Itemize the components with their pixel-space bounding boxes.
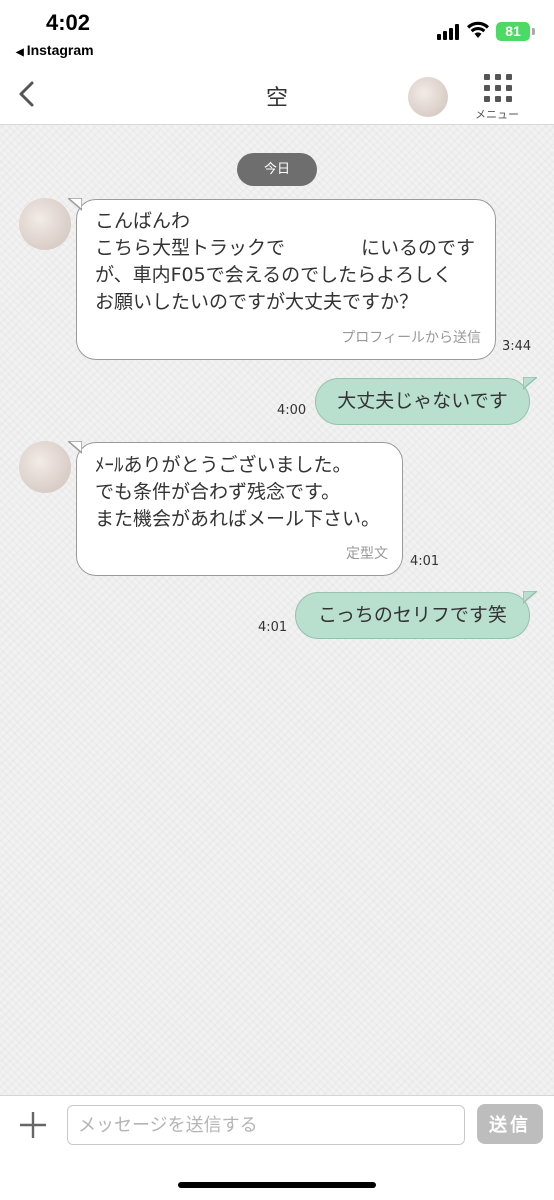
- back-to-app-link[interactable]: ◀ Instagram: [16, 42, 94, 58]
- bubble-tail: [523, 377, 537, 390]
- message-source-label: プロフィールから送信: [341, 330, 481, 346]
- status-time: 4:02: [46, 10, 91, 35]
- menu-button[interactable]: メニュー: [472, 72, 522, 122]
- bubble-tail: [68, 198, 82, 211]
- chat-area[interactable]: 今日 こんばんわ こちら大型トラックで にいるのです が、車内F05で会えるので…: [0, 125, 554, 1095]
- message-input-bar: 送信: [0, 1095, 554, 1200]
- message-text: 大丈夫じゃないです: [337, 390, 508, 412]
- message-source-label: 定型文: [346, 546, 388, 562]
- status-bar: 4:02 ◀ Instagram 81: [0, 0, 554, 66]
- menu-label: メニュー: [475, 108, 519, 121]
- message-time: 4:01: [410, 554, 440, 569]
- sender-avatar[interactable]: [19, 441, 71, 493]
- wifi-icon: [467, 21, 489, 38]
- battery-icon: 81: [496, 22, 530, 41]
- plus-icon[interactable]: [18, 1110, 48, 1140]
- chat-title: 空: [265, 86, 288, 111]
- sender-avatar[interactable]: [19, 198, 71, 250]
- message-input[interactable]: [67, 1105, 465, 1145]
- message-text: こっちのセリフです笑: [318, 604, 507, 626]
- battery-cap: [532, 28, 535, 35]
- incoming-message-bubble[interactable]: こんばんわ こちら大型トラックで にいるのです が、車内F05で会えるのでしたら…: [68, 198, 496, 360]
- bubble-tail: [523, 591, 537, 604]
- home-indicator: [178, 1182, 376, 1188]
- incoming-message-bubble[interactable]: ﾒｰﾙありがとうございました。 でも条件が合わず残念です。 また機会があればメー…: [68, 441, 403, 576]
- back-app-label: Instagram: [26, 42, 94, 58]
- message-time: 4:00: [277, 403, 307, 418]
- partner-avatar[interactable]: [408, 77, 448, 117]
- message-time: 4:01: [258, 620, 288, 635]
- message-text: ﾒｰﾙありがとうございました。 でも条件が合わず残念です。 また機会があればメー…: [95, 454, 381, 530]
- cellular-signal-icon: [437, 24, 463, 40]
- outgoing-message-bubble[interactable]: 大丈夫じゃないです: [315, 377, 537, 425]
- grid-icon: [484, 74, 512, 102]
- date-separator: 今日: [237, 153, 317, 186]
- message-text: こんばんわ こちら大型トラックで にいるのです が、車内F05で会えるのでしたら…: [95, 210, 476, 313]
- outgoing-message-bubble[interactable]: こっちのセリフです笑: [295, 591, 537, 639]
- message-time: 3:44: [502, 339, 532, 354]
- send-button[interactable]: 送信: [477, 1104, 543, 1144]
- bubble-tail: [68, 441, 82, 454]
- nav-bar: 空 メニュー: [0, 66, 554, 125]
- back-triangle-icon: ◀: [16, 47, 24, 58]
